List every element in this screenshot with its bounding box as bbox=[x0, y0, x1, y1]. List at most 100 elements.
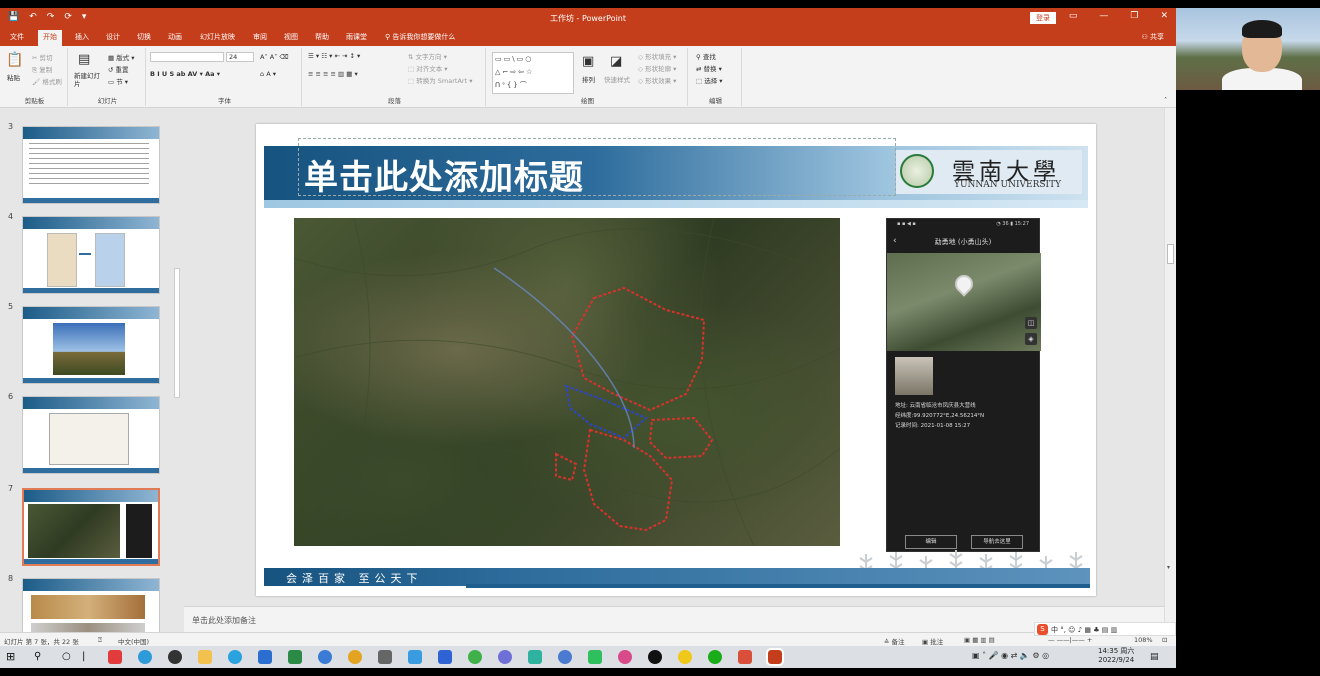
tab-file[interactable]: 文件 bbox=[10, 32, 24, 42]
shape-outline-button[interactable]: ◇ 形状轮廓 ▾ bbox=[638, 63, 676, 73]
font-color-buttons[interactable]: ⌂ A ▾ bbox=[260, 70, 276, 78]
align-text-button[interactable]: ⬚ 对齐文本 ▾ bbox=[408, 63, 448, 73]
satellite-map-image[interactable] bbox=[294, 218, 840, 546]
list-buttons[interactable]: ☰ ▾ ☷ ▾ ⇤ ⇥ ↕ ▾ bbox=[308, 52, 360, 60]
new-slide-button[interactable]: 新建幻灯片 bbox=[74, 72, 104, 88]
slide-thumbnail-3[interactable] bbox=[22, 126, 160, 204]
section-button[interactable]: ▭ 节 ▾ bbox=[108, 76, 128, 86]
language-status[interactable]: 中文(中国) bbox=[118, 636, 149, 646]
reset-button[interactable]: ↺ 重置 bbox=[108, 64, 129, 74]
smartart-button[interactable]: ⬚ 转换为 SmartArt ▾ bbox=[408, 75, 472, 85]
format-painter-button[interactable]: 🖌 格式刷 bbox=[32, 76, 62, 86]
slide-title[interactable]: 单击此处添加标题 bbox=[304, 150, 584, 199]
tab-rain-classroom[interactable]: 雨课堂 bbox=[346, 32, 367, 42]
app-icon-play[interactable] bbox=[588, 650, 602, 664]
edge-icon[interactable] bbox=[138, 650, 152, 664]
scroll-down-icon[interactable]: ▾ bbox=[1167, 564, 1170, 571]
start-windows-icon[interactable]: ⊞ bbox=[6, 650, 20, 664]
cut-button[interactable]: ✂ 剪切 bbox=[32, 52, 53, 62]
arrange-button[interactable]: 排列 bbox=[582, 74, 595, 84]
font-size-box[interactable]: 24 bbox=[226, 52, 254, 62]
app-icon-navy[interactable] bbox=[438, 650, 452, 664]
telegram-icon[interactable] bbox=[228, 650, 242, 664]
thumbnails-scrollbar[interactable] bbox=[174, 268, 180, 398]
task-view-icon[interactable]: | bbox=[82, 650, 96, 664]
search-icon[interactable]: ⚲ bbox=[34, 650, 48, 664]
chrome-icon[interactable] bbox=[348, 650, 362, 664]
tab-animations[interactable]: 动画 bbox=[168, 32, 182, 42]
slide-thumbnail-7[interactable] bbox=[22, 488, 160, 566]
tab-transitions[interactable]: 切换 bbox=[137, 32, 151, 42]
shape-fill-button[interactable]: ◇ 形状填充 ▾ bbox=[638, 51, 676, 61]
restore-icon[interactable]: ❐ bbox=[1130, 11, 1138, 21]
excel-like-icon[interactable] bbox=[288, 650, 302, 664]
pdf-icon[interactable] bbox=[738, 650, 752, 664]
new-slide-icon[interactable]: ▤ bbox=[78, 52, 90, 67]
sogou-ime-icon[interactable]: S bbox=[1037, 624, 1048, 635]
minimize-icon[interactable]: — bbox=[1099, 11, 1108, 21]
file-explorer-icon[interactable] bbox=[198, 650, 212, 664]
tab-design[interactable]: 设计 bbox=[106, 32, 120, 42]
quick-styles-icon[interactable]: ◪ bbox=[610, 54, 622, 69]
app-icon-swirl[interactable] bbox=[558, 650, 572, 664]
notes-pane[interactable]: 单击此处添加备注 bbox=[184, 606, 1164, 632]
tab-view[interactable]: 视图 bbox=[284, 32, 298, 42]
ribbon-display-icon[interactable]: ▭ bbox=[1069, 11, 1078, 21]
media-icon[interactable] bbox=[168, 650, 182, 664]
fit-to-window-icon[interactable]: ⊡ bbox=[1162, 636, 1167, 644]
shape-effects-button[interactable]: ◇ 形状效果 ▾ bbox=[638, 75, 676, 85]
app-icon-blue[interactable] bbox=[318, 650, 332, 664]
shapes-gallery[interactable]: ▭▭\▭○ △⌐⇨⇦☆ ᑎᐤ{}⌒ bbox=[492, 52, 574, 94]
cortana-icon[interactable]: ○ bbox=[62, 650, 76, 664]
slide-thumbnail-4[interactable] bbox=[22, 216, 160, 294]
qq-icon[interactable] bbox=[648, 650, 662, 664]
current-slide[interactable]: 单击此处添加标题 雲南大學 YUNNAN UNIVERSITY ▪ ▪ ◀ ▪ … bbox=[256, 124, 1096, 596]
taskbar-clock[interactable]: 14:35 周六 2022/9/24 bbox=[1098, 647, 1134, 665]
slide-thumbnail-5[interactable] bbox=[22, 306, 160, 384]
slide-vertical-scrollbar[interactable]: ▾ bbox=[1164, 108, 1176, 632]
close-icon[interactable]: ✕ bbox=[1160, 11, 1168, 21]
zoom-slider[interactable]: — ——|—— + bbox=[1048, 636, 1092, 644]
share-button[interactable]: ⚇ 共享 bbox=[1141, 32, 1164, 42]
tab-help[interactable]: 帮助 bbox=[315, 32, 329, 42]
mail-icon[interactable] bbox=[258, 650, 272, 664]
app-icon-red[interactable] bbox=[108, 650, 122, 664]
text-direction-button[interactable]: ⇅ 文字方向 ▾ bbox=[408, 51, 447, 61]
select-button[interactable]: ⬚ 选择 ▾ bbox=[696, 75, 723, 85]
tell-me-search[interactable]: ⚲ 告诉我你想要做什么 bbox=[385, 32, 455, 42]
collapse-ribbon-icon[interactable]: ˄ bbox=[1164, 96, 1167, 104]
paste-button[interactable]: 粘贴 bbox=[7, 72, 20, 82]
slide-thumbnail-8[interactable] bbox=[22, 578, 160, 632]
font-grow-shrink[interactable]: A˄ A˅ ⌫ bbox=[260, 53, 289, 61]
notes-toggle[interactable]: ≙ 备注 bbox=[884, 636, 905, 646]
app-icon-yellow[interactable] bbox=[678, 650, 692, 664]
scroll-thumb[interactable] bbox=[1167, 244, 1174, 264]
tab-home[interactable]: 开始 bbox=[38, 30, 62, 46]
app-icon-purple[interactable] bbox=[498, 650, 512, 664]
font-format-buttons[interactable]: B I U S ab AV ▾ Aa ▾ bbox=[150, 70, 220, 78]
slide-thumbnail-6[interactable] bbox=[22, 396, 160, 474]
view-buttons[interactable]: ▣ ▦ ▥ ▤ bbox=[964, 636, 995, 644]
tab-insert[interactable]: 插入 bbox=[75, 32, 89, 42]
comments-toggle[interactable]: ▣ 批注 bbox=[922, 636, 943, 646]
font-family-box[interactable] bbox=[150, 52, 224, 62]
system-tray[interactable]: ▣ ˄ 🎤 ◉ ⇄ 🔈 ⚙ ◎ bbox=[972, 651, 1049, 660]
zoom-level[interactable]: 108% bbox=[1134, 636, 1153, 644]
tab-slideshow[interactable]: 幻灯片放映 bbox=[200, 32, 235, 42]
app-icon-teal[interactable] bbox=[528, 650, 542, 664]
app-icon-gray[interactable] bbox=[378, 650, 392, 664]
app-icon-pink[interactable] bbox=[618, 650, 632, 664]
replace-button[interactable]: ⇄ 替换 ▾ bbox=[696, 63, 722, 73]
alignment-buttons[interactable]: ≡ ≡ ≡ ≡ ▥ ▦ ▾ bbox=[308, 70, 358, 78]
wechat-icon[interactable] bbox=[708, 650, 722, 664]
ime-status[interactable]: 中 °, ☺ ♪ ▦ ♣ ▤ ▥ bbox=[1051, 625, 1117, 635]
paste-icon[interactable]: 📋 bbox=[6, 52, 23, 68]
accessibility-icon[interactable]: ⍰ bbox=[98, 636, 102, 645]
quick-styles-button[interactable]: 快速样式 bbox=[604, 74, 630, 84]
app-icon-lightblue[interactable] bbox=[408, 650, 422, 664]
arrange-icon[interactable]: ▣ bbox=[582, 54, 594, 69]
app-icon-green[interactable] bbox=[468, 650, 482, 664]
layout-button[interactable]: ▦ 版式 ▾ bbox=[108, 52, 135, 62]
tab-review[interactable]: 审阅 bbox=[253, 32, 267, 42]
copy-button[interactable]: ⎘ 复制 bbox=[32, 64, 52, 75]
